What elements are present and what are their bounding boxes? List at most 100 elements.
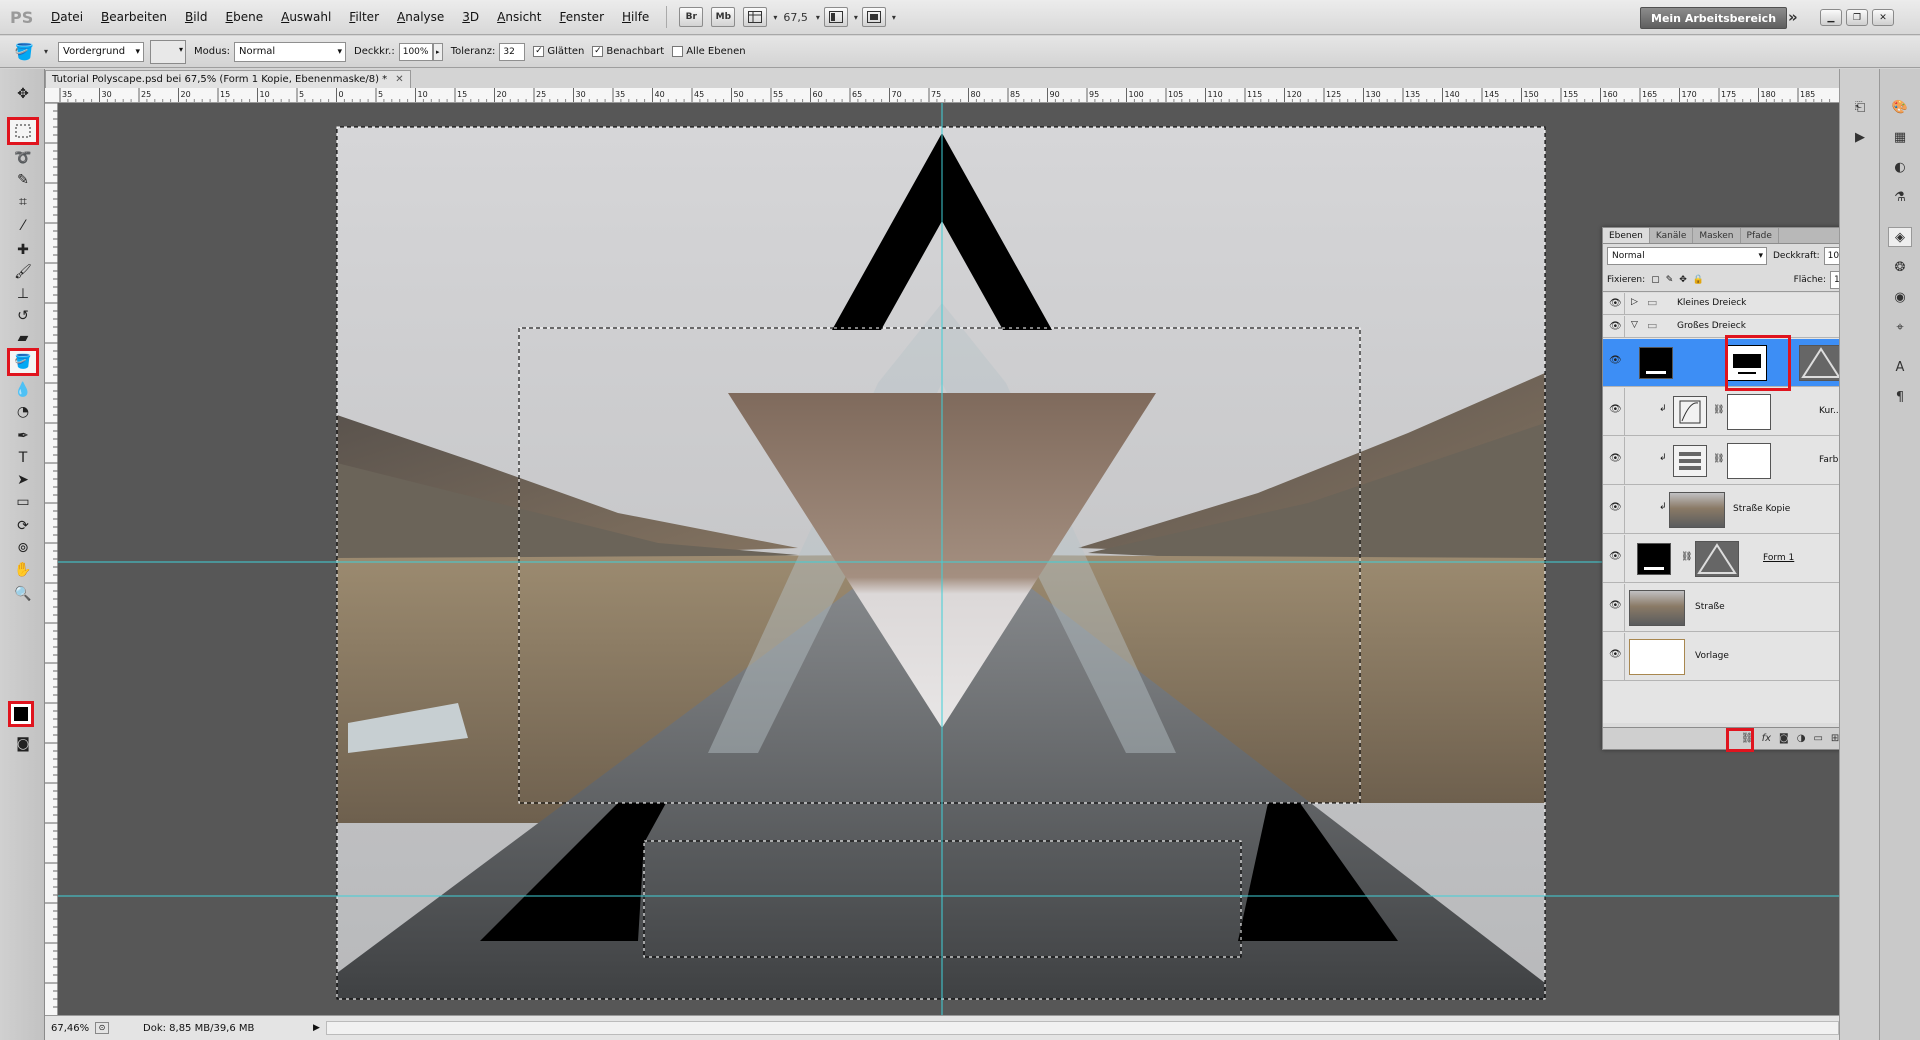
visibility-eye-icon[interactable]: 👁 <box>1609 321 1622 332</box>
tool-preset-dropdown-icon[interactable]: ▾ <box>44 47 48 56</box>
history-panel-icon[interactable]: ⎗ <box>1848 97 1872 117</box>
new-group-icon[interactable]: ▭ <box>1813 733 1822 744</box>
ruler-vertical[interactable] <box>45 102 58 1015</box>
close-button[interactable]: ✕ <box>1872 9 1894 26</box>
link-icon[interactable]: ⛓ <box>1681 552 1692 562</box>
3d-orbit-tool-icon[interactable]: ⊚ <box>10 537 36 559</box>
menu-ebene[interactable]: Ebene <box>217 0 273 35</box>
menu-fenster[interactable]: Fenster <box>550 0 613 35</box>
chevron-down-icon[interactable]: ▾ <box>854 13 858 22</box>
all-layers-checkbox[interactable] <box>672 46 684 57</box>
layer-style-icon[interactable]: fx <box>1762 733 1771 744</box>
eyedropper-tool-icon[interactable]: ⁄ <box>10 215 36 237</box>
dodge-tool-icon[interactable]: ◔ <box>10 401 36 423</box>
add-layer-mask-icon[interactable]: ◙ <box>1779 733 1789 744</box>
chevron-down-icon[interactable]: ▾ <box>816 13 820 22</box>
hand-tool-icon[interactable]: ✋ <box>10 559 36 581</box>
tolerance-input[interactable]: 32 <box>499 42 526 61</box>
paragraph-panel-icon[interactable]: ¶ <box>1888 387 1912 407</box>
bridge-button[interactable]: Br <box>679 7 704 27</box>
history-brush-tool-icon[interactable]: ↺ <box>10 305 36 327</box>
vector-mask-thumbnail[interactable] <box>1799 345 1843 381</box>
visibility-eye-icon[interactable]: 👁 <box>1609 404 1622 415</box>
opacity-input[interactable]: 100% <box>398 42 433 61</box>
menu-filter[interactable]: Filter <box>340 0 388 35</box>
view-extras-button[interactable] <box>743 7 768 27</box>
tab-ebenen[interactable]: Ebenen <box>1603 228 1650 243</box>
document-canvas[interactable] <box>58 103 1839 1015</box>
menu-bearbeiten[interactable]: Bearbeiten <box>92 0 176 35</box>
chevron-down-icon[interactable]: ▾ <box>773 13 777 22</box>
layer-row[interactable]: 👁 Straße <box>1603 584 1865 632</box>
collapse-arrow-icon[interactable]: ▽ <box>1631 320 1638 330</box>
visibility-eye-icon[interactable]: 👁 <box>1609 453 1622 464</box>
status-info-icon[interactable]: ⊙ <box>95 1022 109 1034</box>
swatches-panel-icon[interactable]: ▦ <box>1888 127 1912 147</box>
menu-datei[interactable]: Datei <box>42 0 92 35</box>
chevron-down-icon[interactable]: ▾ <box>892 13 896 22</box>
pen-tool-icon[interactable]: ✒ <box>10 425 36 447</box>
visibility-eye-icon[interactable]: 👁 <box>1609 298 1622 309</box>
crop-tool-icon[interactable]: ⌗ <box>10 191 36 213</box>
visibility-eye-icon[interactable]: 👁 <box>1609 649 1622 660</box>
layer-blend-mode-select[interactable]: Normal <box>1607 247 1767 265</box>
eraser-tool-icon[interactable]: ▰ <box>10 327 36 349</box>
link-icon[interactable]: ⛓ <box>1713 454 1724 464</box>
layers-panel-icon[interactable]: ◈ <box>1888 227 1912 247</box>
zoom-tool-icon[interactable]: 🔍 <box>10 583 36 605</box>
channels-panel-icon[interactable]: ❂ <box>1888 257 1912 277</box>
pattern-picker[interactable]: ▾ <box>150 39 187 64</box>
menu-bild[interactable]: Bild <box>176 0 217 35</box>
quick-selection-tool-icon[interactable]: ✎ <box>10 169 36 191</box>
paint-bucket-tool-icon[interactable]: 🪣 <box>7 348 39 376</box>
rectangle-shape-tool-icon[interactable]: ▭ <box>10 491 36 513</box>
adjustment-layer-icon[interactable]: ◑ <box>1797 733 1806 744</box>
tab-kanaele[interactable]: Kanäle <box>1650 228 1694 243</box>
3d-rotate-tool-icon[interactable]: ⟳ <box>10 515 36 537</box>
lock-pixels-icon[interactable]: ✎ <box>1666 275 1674 285</box>
layer-mask-thumbnail[interactable] <box>1727 443 1771 479</box>
close-tab-icon[interactable]: ✕ <box>395 74 403 85</box>
adjustment-layer-row[interactable]: 👁 ↲ ⛓ Farb... <box>1603 437 1865 485</box>
menu-3d[interactable]: 3D <box>453 0 488 35</box>
zoom-level[interactable]: 67,5 <box>783 11 808 24</box>
opacity-slider-button[interactable]: ▸ <box>432 42 443 61</box>
healing-brush-tool-icon[interactable]: ✚ <box>10 239 36 261</box>
more-workspaces-icon[interactable]: » <box>1788 8 1798 26</box>
menu-ansicht[interactable]: Ansicht <box>488 0 550 35</box>
layer-row[interactable]: 👁 Vorlage 🔒 <box>1603 633 1865 681</box>
lock-position-icon[interactable]: ✥ <box>1679 275 1687 285</box>
masks-panel-icon[interactable]: ◉ <box>1888 287 1912 307</box>
character-panel-icon[interactable]: A <box>1888 357 1912 377</box>
document-tab[interactable]: Tutorial Polyscape.psd bei 67,5% (Form 1… <box>45 70 411 88</box>
visibility-eye-icon[interactable]: 👁 <box>1609 502 1622 513</box>
menu-hilfe[interactable]: Hilfe <box>613 0 658 35</box>
visibility-eye-icon[interactable]: 👁 <box>1609 551 1622 562</box>
rectangle-marquee-tool-icon[interactable] <box>7 117 39 145</box>
lock-transparency-icon[interactable]: ▢ <box>1651 275 1660 285</box>
canvas-area[interactable] <box>58 103 1839 1015</box>
adjustment-layer-row[interactable]: 👁 ↲ ⛓ Kur... <box>1603 388 1865 436</box>
ruler-horizontal[interactable]: 35 30 25 20 15 10 5 0 5 10 15 20 25 30 35 40 45 50 55 60 65 7… <box>45 88 1839 103</box>
tab-pfade[interactable]: Pfade <box>1741 228 1779 243</box>
type-tool-icon[interactable]: T <box>10 447 36 469</box>
layer-mask-thumbnail[interactable] <box>1727 394 1771 430</box>
tab-masken[interactable]: Masken <box>1693 228 1741 243</box>
paths-panel-icon[interactable]: ⌖ <box>1888 317 1912 337</box>
contiguous-checkbox[interactable]: ✓ <box>592 46 604 57</box>
move-tool-icon[interactable]: ✥ <box>10 83 36 105</box>
restore-button[interactable]: ❐ <box>1846 9 1868 26</box>
actions-panel-icon[interactable]: ▶ <box>1848 127 1872 147</box>
color-panel-icon[interactable]: 🎨 <box>1888 97 1912 117</box>
arrange-documents-button[interactable] <box>823 7 848 27</box>
path-selection-tool-icon[interactable]: ➤ <box>10 469 36 491</box>
fill-source-select[interactable]: Vordergrund <box>58 41 145 62</box>
vector-mask-thumbnail[interactable] <box>1695 541 1739 577</box>
menu-analyse[interactable]: Analyse <box>388 0 453 35</box>
brush-tool-icon[interactable]: 🖌 <box>10 261 36 283</box>
layer-row[interactable]: 👁 ↲ Straße Kopie <box>1603 486 1865 534</box>
horizontal-scrollbar[interactable] <box>325 1021 1839 1035</box>
clone-stamp-tool-icon[interactable]: ⊥ <box>10 283 36 305</box>
link-icon[interactable]: ⛓ <box>1713 405 1724 415</box>
quick-mask-icon[interactable]: ◙ <box>10 733 36 755</box>
